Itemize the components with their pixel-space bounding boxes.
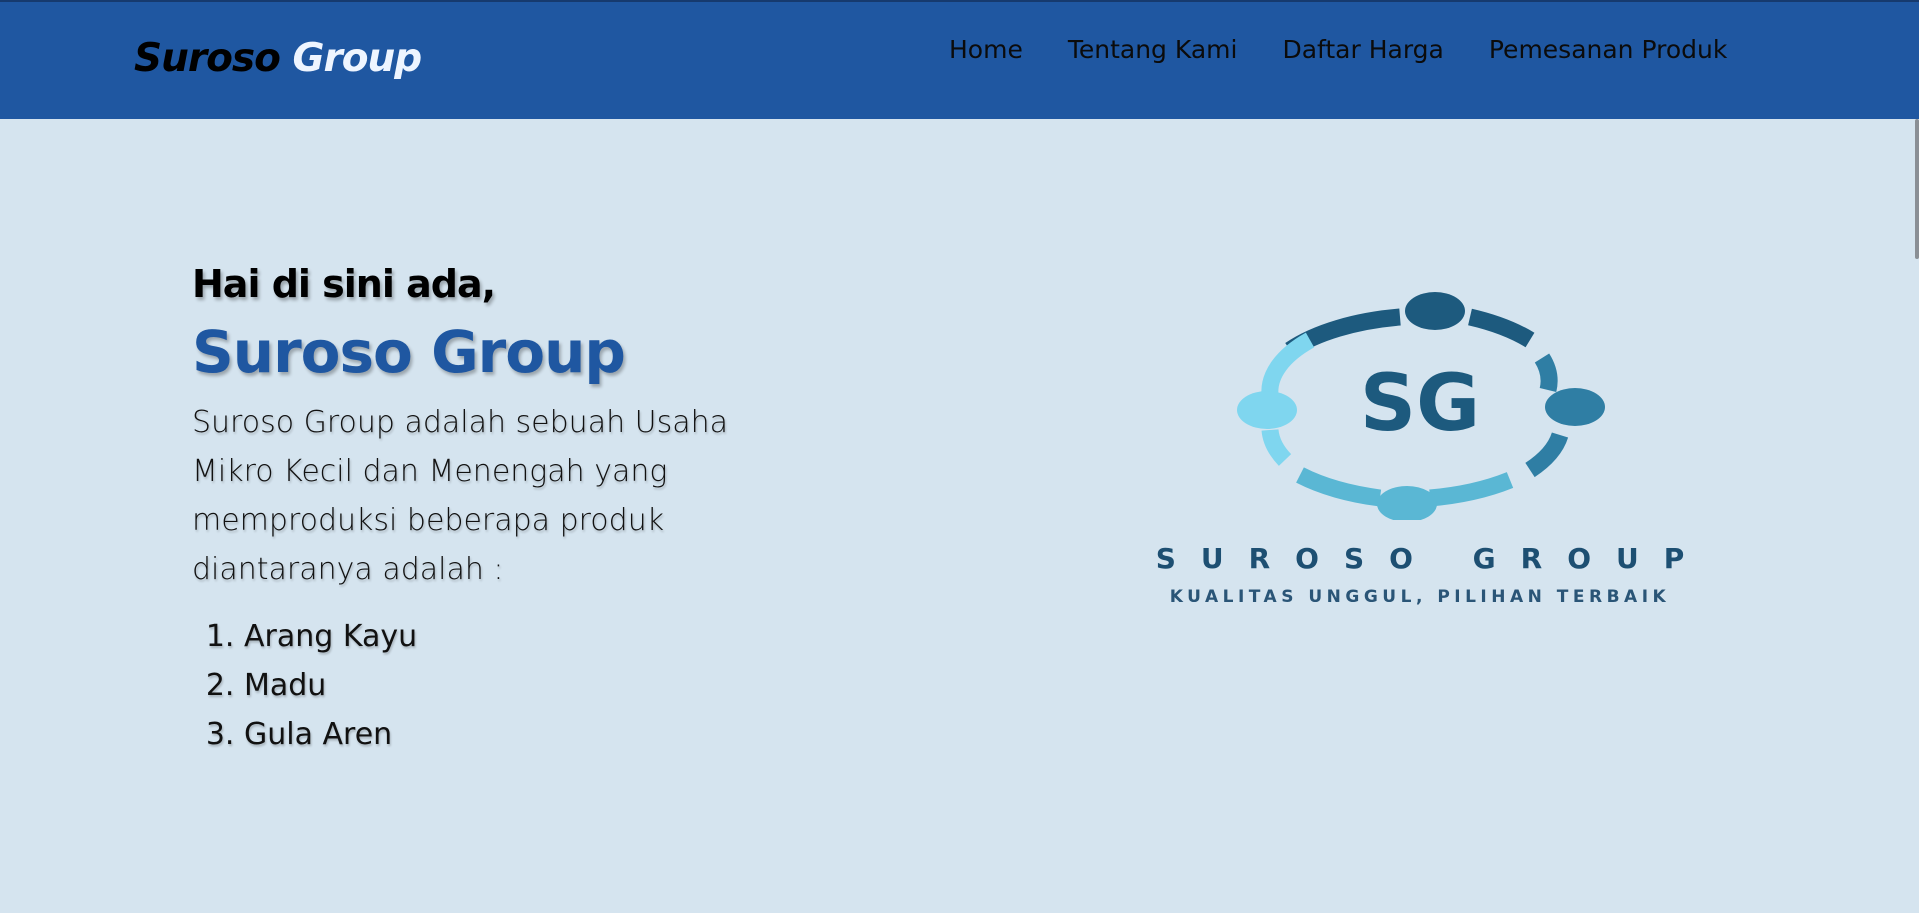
scrollbar-thumb[interactable] xyxy=(1915,119,1919,259)
product-list-item: Madu xyxy=(244,661,752,710)
logo-monogram: SG xyxy=(1360,359,1480,449)
logo-tagline: KUALITAS UNGGUL, PILIHAN TERBAIK xyxy=(1169,587,1671,607)
hero-greeting: Hai di sini ada, xyxy=(192,262,496,306)
sg-ring-emblem-icon: SG xyxy=(1237,292,1605,520)
nav-pemesanan-produk-link[interactable]: Pemesanan Produk xyxy=(1489,35,1727,64)
nav-home-link[interactable]: Home xyxy=(949,35,1023,64)
nav-tentang-kami-link[interactable]: Tentang Kami xyxy=(1068,35,1238,64)
top-navbar: Suroso Group Home Tentang Kami Daftar Ha… xyxy=(0,0,1919,119)
nav-daftar-harga-link[interactable]: Daftar Harga xyxy=(1282,35,1443,64)
product-list: Arang Kayu Madu Gula Aren xyxy=(192,612,752,759)
hero-section: Hai di sini ada, Suroso Group Suroso Gro… xyxy=(192,262,752,759)
hero-description: Suroso Group adalah sebuah Usaha Mikro K… xyxy=(192,405,729,587)
logo-company-name: SUROSO GROUP xyxy=(1155,542,1710,575)
main-nav: Home Tentang Kami Daftar Harga Pemesanan… xyxy=(949,35,1727,64)
company-logo: SG SUROSO GROUP KUALITAS UNGGUL, PILIHAN… xyxy=(1130,280,1710,620)
hero-title: Suroso Group xyxy=(192,318,626,386)
brand-logo-link[interactable]: Suroso Group xyxy=(134,36,422,81)
brand-second-word: Group xyxy=(292,36,422,81)
page: Suroso Group Home Tentang Kami Daftar Ha… xyxy=(0,0,1919,913)
product-list-item: Gula Aren xyxy=(244,710,752,759)
brand-first-word: Suroso xyxy=(134,36,281,81)
product-list-item: Arang Kayu xyxy=(244,612,752,661)
